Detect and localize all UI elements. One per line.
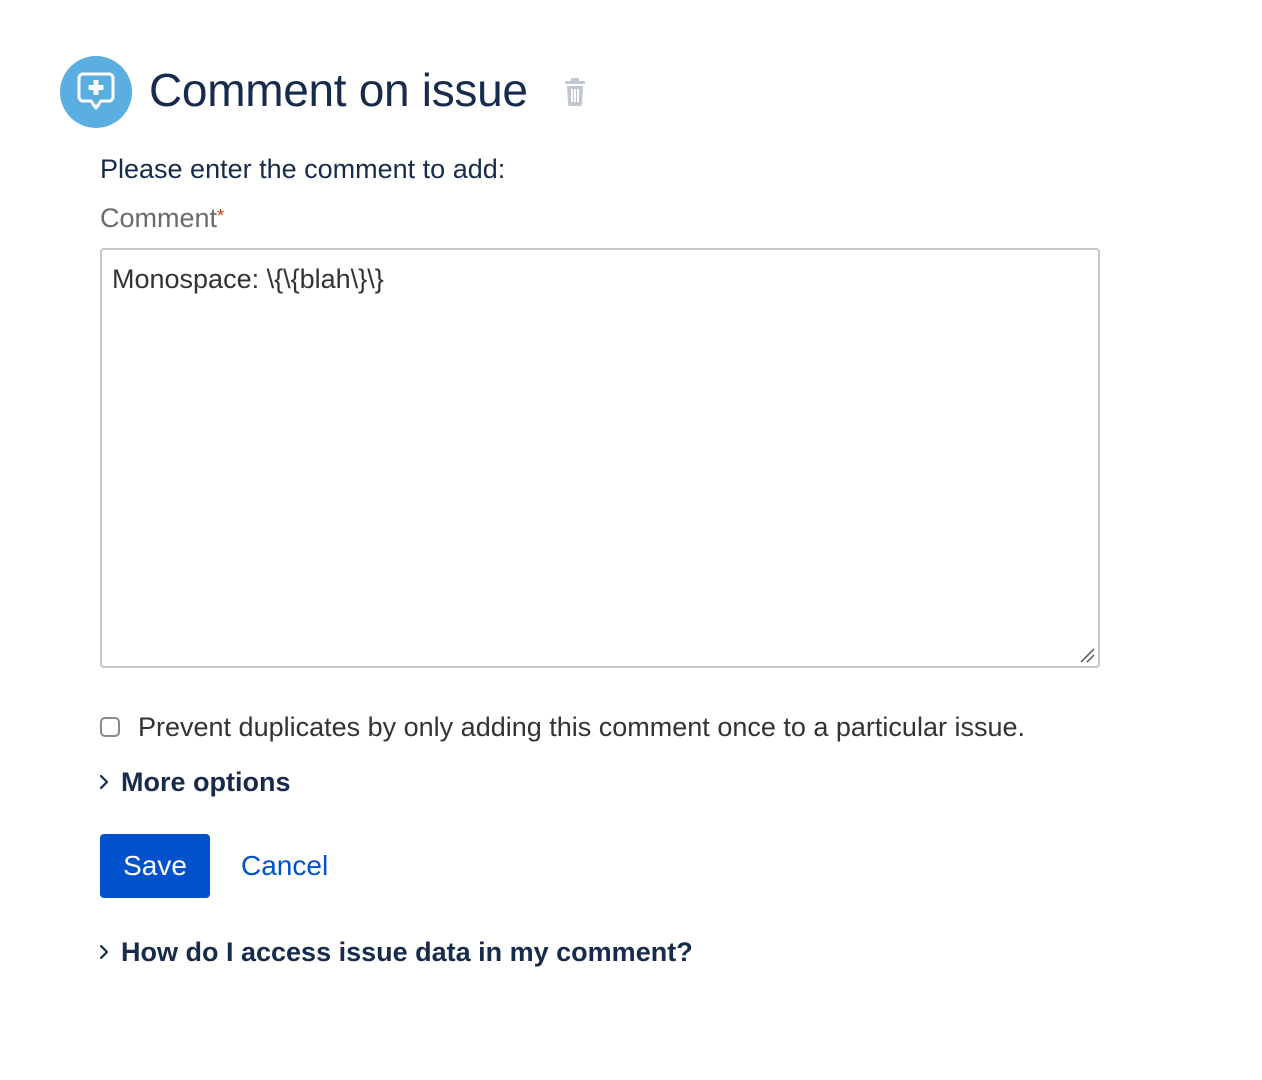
comment-on-issue-page: Comment on issue Please enter the commen… [0,0,1262,1080]
comment-field-label: Comment* [100,201,224,235]
help-label[interactable]: How do I access issue data in my comment… [121,935,693,969]
comment-add-icon [60,56,132,128]
speech-bubble-plus-icon [77,72,115,110]
save-button[interactable]: Save [100,834,210,898]
more-options-toggle[interactable]: More options [98,765,291,799]
prevent-duplicates-option: Prevent duplicates by only adding this c… [100,710,1025,744]
help-toggle[interactable]: How do I access issue data in my comment… [98,935,693,969]
comment-textarea-value[interactable]: Monospace: \{\{blah\}\} [112,262,384,296]
chevron-right-icon [99,774,109,790]
chevron-right-icon [99,944,109,960]
more-options-label[interactable]: More options [121,765,291,799]
cancel-link[interactable]: Cancel [241,849,328,883]
comment-label-text: Comment [100,203,218,233]
page-title: Comment on issue [149,64,528,116]
trash-icon[interactable] [563,78,587,106]
form-instruction: Please enter the comment to add: [100,154,506,184]
prevent-duplicates-checkbox[interactable] [100,717,120,737]
prevent-duplicates-label[interactable]: Prevent duplicates by only adding this c… [138,710,1025,744]
required-marker: * [217,206,225,226]
comment-textarea[interactable]: Monospace: \{\{blah\}\} [100,248,1100,668]
resize-handle-icon[interactable] [1079,647,1095,663]
